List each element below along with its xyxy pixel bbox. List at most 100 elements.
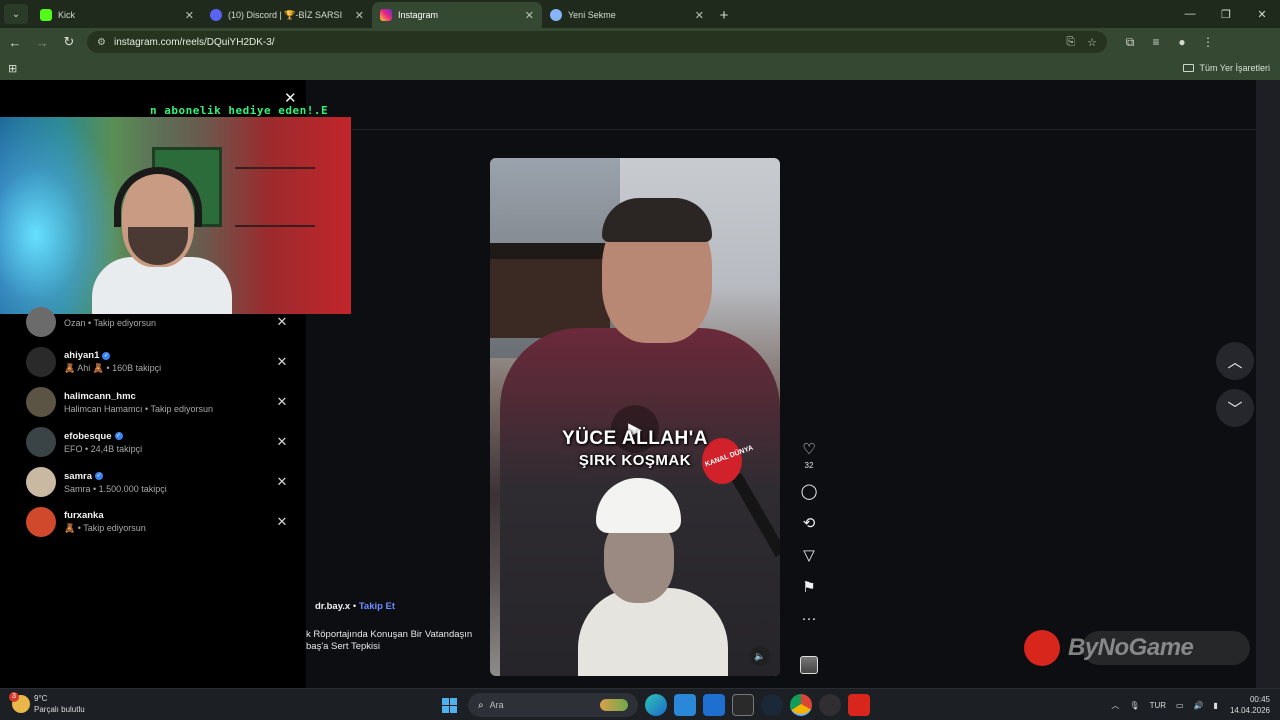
username[interactable]: halimcann_hmc [64, 391, 274, 402]
folder-icon [1183, 64, 1195, 72]
close-tab-icon[interactable]: ✕ [695, 9, 704, 22]
media-control-icon[interactable]: ≡ [1143, 35, 1169, 50]
obs-icon[interactable] [819, 694, 841, 716]
notification-badge: 3 [9, 692, 19, 702]
store-icon[interactable] [674, 694, 696, 716]
tab-kick[interactable]: Kick ✕ [32, 2, 202, 28]
tab-search-button[interactable]: ⌄ [4, 4, 28, 24]
video-caption-line1: YÜCE ALLAH'A [562, 428, 708, 449]
install-app-icon[interactable]: ⎘ [1066, 36, 1075, 49]
username[interactable]: furxanka [64, 510, 274, 521]
list-item[interactable]: efobesque ✓ EFO • 24,4B takipçi ✕ [26, 422, 290, 462]
tab-discord[interactable]: (10) Discord | 🏆-BİZ SARSI ✕ [202, 2, 372, 28]
avatar[interactable] [26, 347, 56, 377]
forward-button[interactable]: → [30, 30, 54, 54]
verified-badge-icon: ✓ [95, 472, 103, 480]
microphone-icon[interactable]: 🎙 [1129, 701, 1139, 710]
more-options-button[interactable]: ··· [796, 610, 822, 627]
taskbar-search[interactable]: ⌕ Ara [468, 693, 638, 717]
address-bar[interactable]: ⚙ instagram.com/reels/DQuiYH2DK-3/ ⎘ ☆ [87, 31, 1107, 53]
list-item[interactable]: samra ✓ Samra • 1.500.000 takipçi ✕ [26, 462, 290, 502]
tab-title: Kick [58, 10, 76, 20]
back-button[interactable]: ← [3, 30, 27, 54]
avatar[interactable] [26, 387, 56, 417]
tab-title: Yeni Sekme [568, 10, 616, 20]
battery-icon[interactable]: ▮ [1214, 701, 1218, 710]
chrome-icon[interactable] [790, 694, 812, 716]
divider [306, 129, 1256, 130]
dismiss-icon[interactable]: ✕ [274, 474, 290, 490]
repost-button[interactable]: ⟲ [796, 514, 822, 532]
save-button[interactable]: ⚑ [796, 578, 822, 596]
new-tab-button[interactable]: + [712, 2, 736, 28]
username[interactable]: efobesque [64, 431, 112, 442]
audio-thumbnail[interactable] [800, 656, 818, 674]
avatar[interactable] [26, 507, 56, 537]
system-tray: ︿ 🎙 TUR ▭ 🔊 ▮ 00:45 14.04.2026 [1101, 692, 1270, 718]
dismiss-icon[interactable]: ✕ [274, 394, 290, 410]
dismiss-icon[interactable]: ✕ [274, 314, 290, 330]
clock-time: 00:45 [1249, 695, 1270, 704]
tab-new-tab[interactable]: Yeni Sekme ✕ [542, 2, 712, 28]
windows-logo-icon [441, 697, 457, 713]
all-bookmarks-label: Tüm Yer İşaretleri [1199, 63, 1270, 73]
avatar[interactable] [26, 427, 56, 457]
previous-reel-button[interactable]: ︿ [1216, 342, 1254, 380]
scrollbar-track[interactable] [1256, 80, 1280, 688]
browser-toolbar: ← → ↻ ⚙ instagram.com/reels/DQuiYH2DK-3/… [0, 28, 1280, 56]
streaming-app-icon[interactable] [848, 694, 870, 716]
clock[interactable]: 00:45 14.04.2026 [1230, 694, 1270, 716]
bookmark-icon: ⚑ [802, 579, 816, 596]
dismiss-icon[interactable]: ✕ [274, 514, 290, 530]
share-button[interactable]: ▽ [796, 546, 822, 564]
username[interactable]: samra [64, 471, 92, 482]
comment-button[interactable]: ◯ [796, 482, 822, 500]
discord-icon [210, 9, 222, 21]
dismiss-icon[interactable]: ✕ [274, 434, 290, 450]
steam-icon[interactable] [761, 694, 783, 716]
username[interactable]: ahiyan1 [64, 350, 99, 361]
list-item[interactable]: ahiyan1 ✓ 🧸 Ahi 🧸 • 160B takipçi ✕ [26, 342, 290, 382]
network-icon[interactable]: ▭ [1176, 701, 1184, 710]
weather-icon: 3 [9, 692, 30, 713]
dismiss-icon[interactable]: ✕ [274, 354, 290, 370]
site-info-icon[interactable]: ⚙ [97, 37, 106, 48]
bookmark-star-icon[interactable]: ☆ [1087, 36, 1097, 49]
url-text[interactable]: instagram.com/reels/DQuiYH2DK-3/ [114, 37, 1054, 48]
close-tab-icon[interactable]: ✕ [525, 9, 534, 22]
mute-icon[interactable]: 🔈 [750, 646, 770, 666]
close-tab-icon[interactable]: ✕ [355, 9, 364, 22]
close-window-icon[interactable]: ✕ [1244, 0, 1280, 28]
mail-icon[interactable] [703, 694, 725, 716]
list-item[interactable]: furxanka 🧸 • Takip ediyorsun ✕ [26, 502, 290, 542]
weather-widget[interactable]: 3 9°C Parçalı bulutlu [9, 692, 85, 715]
language-indicator[interactable]: TUR [1150, 701, 1166, 710]
apps-grid-icon[interactable]: ⊞ [8, 62, 17, 75]
reel-video[interactable]: KANAL DÜNYA ▶ YÜCE ALLAH'A ŞIRK KOŞMAK 🔈 [490, 158, 780, 676]
next-reel-button[interactable]: ﹀ [1216, 389, 1254, 427]
avatar[interactable] [26, 307, 56, 337]
list-item[interactable]: halimcann_hmc Halimcan Hamamcı • Takip e… [26, 382, 290, 422]
menu-icon[interactable]: ⋮ [1195, 35, 1221, 50]
like-button[interactable]: ♡ 32 [796, 440, 822, 470]
restore-icon[interactable]: ❐ [1208, 0, 1244, 28]
all-bookmarks-button[interactable]: Tüm Yer İşaretleri [1183, 63, 1270, 73]
edge-icon[interactable] [645, 694, 667, 716]
close-tab-icon[interactable]: ✕ [185, 9, 194, 22]
follow-button[interactable]: Takip Et [359, 601, 395, 612]
kick-icon [40, 9, 52, 21]
profile-avatar[interactable]: ● [1169, 35, 1195, 50]
list-item[interactable]: Ozan • Takip ediyorsun ✕ [26, 302, 290, 342]
verified-badge-icon: ✓ [114, 432, 123, 440]
chevron-up-icon[interactable]: ︿ [1111, 700, 1119, 711]
start-button[interactable] [436, 692, 462, 718]
avatar[interactable] [26, 467, 56, 497]
account-subtitle: 🧸 • Takip ediyorsun [64, 523, 146, 533]
tab-instagram[interactable]: Instagram ✕ [372, 2, 542, 28]
minimize-icon[interactable]: — [1172, 0, 1208, 28]
volume-icon[interactable]: 🔊 [1194, 701, 1204, 710]
epic-games-icon[interactable] [732, 694, 754, 716]
extensions-icon[interactable]: ⧉ [1117, 35, 1143, 50]
author-username[interactable]: dr.bay.x [315, 601, 350, 612]
reload-button[interactable]: ↻ [57, 30, 81, 54]
